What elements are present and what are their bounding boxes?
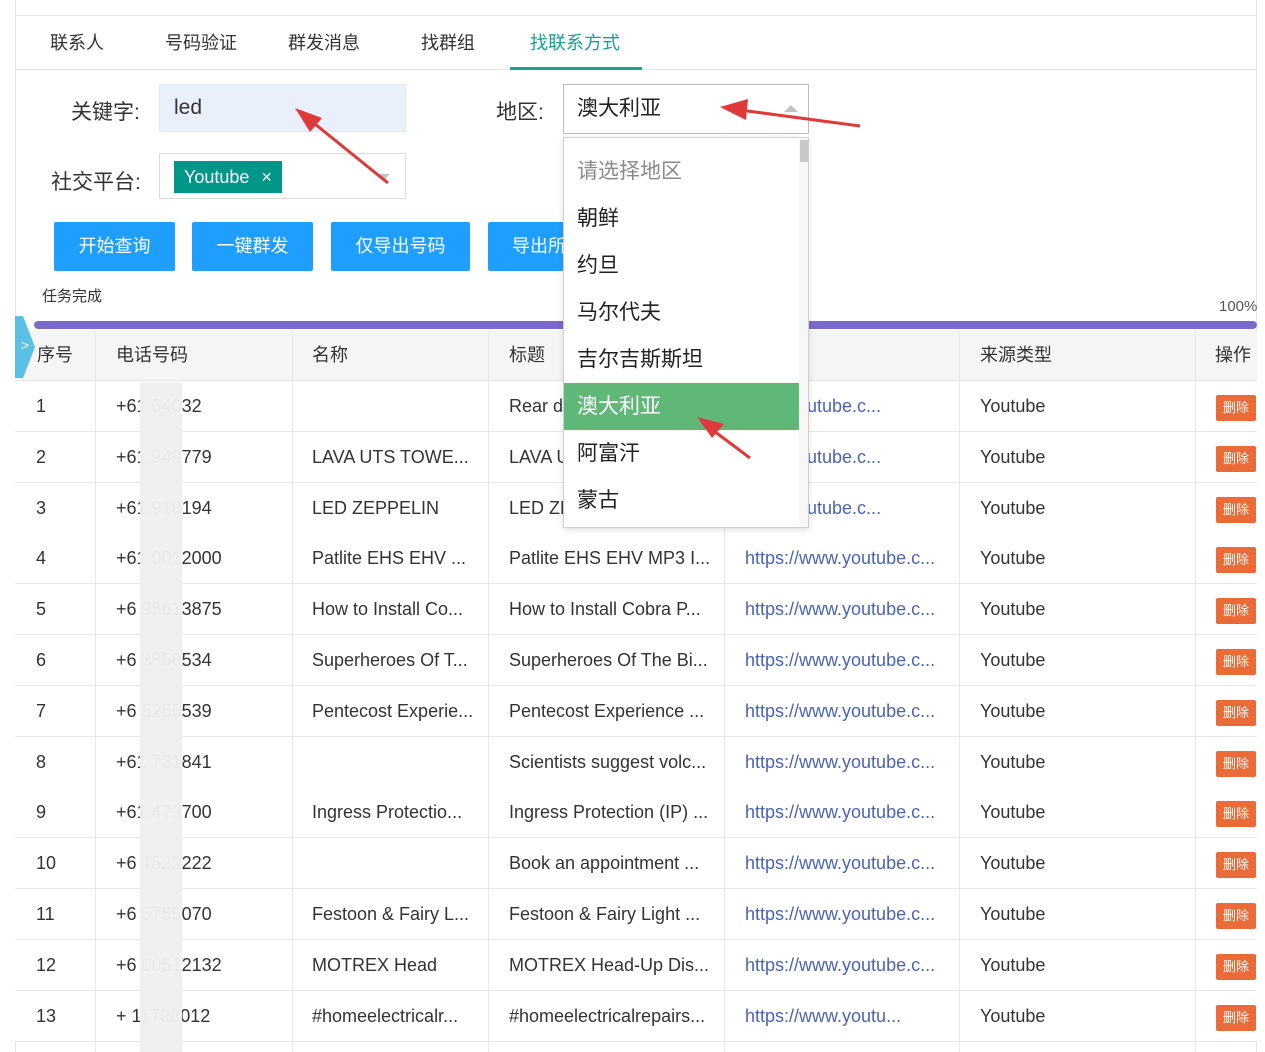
annotation-arrows [295, 99, 861, 460]
arrow-icon [697, 417, 751, 460]
arrow-icon [720, 99, 861, 128]
arrow-icon [295, 108, 389, 185]
